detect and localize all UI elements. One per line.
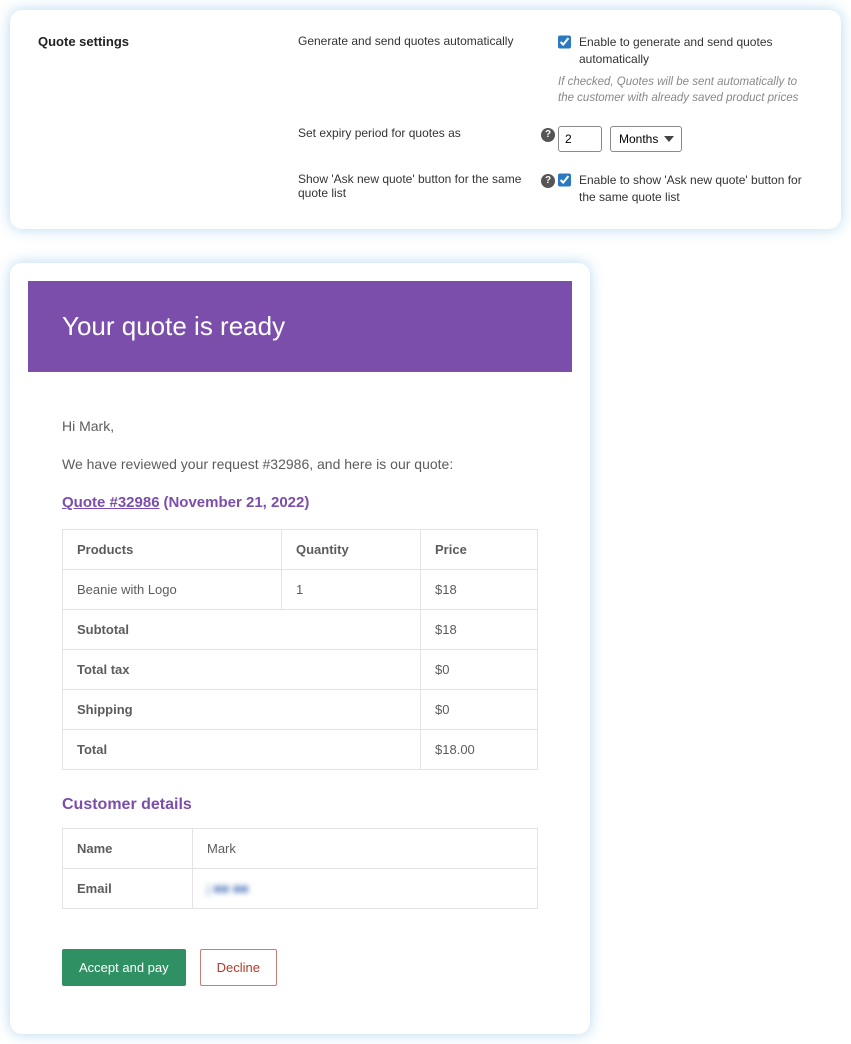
total-value: $0 [421, 650, 538, 690]
quote-link[interactable]: Quote #32986 [62, 494, 160, 511]
quote-email-panel: Your quote is ready Hi Mark, We have rev… [10, 263, 590, 1034]
customer-details-table: Name Mark Email j ■■ ■■ [62, 828, 538, 909]
help-icon[interactable]: ? [541, 128, 555, 142]
setting-label-auto: Generate and send quotes automatically [298, 34, 538, 48]
item-name: Beanie with Logo [63, 570, 282, 610]
table-row: Total tax $0 [63, 650, 538, 690]
email-greeting: Hi Mark, [62, 418, 538, 434]
table-row: Total $18.00 [63, 730, 538, 770]
expiry-unit-select[interactable]: Months [610, 126, 682, 152]
item-price: $18 [421, 570, 538, 610]
setting-label-expiry: Set expiry period for quotes as [298, 126, 538, 140]
table-row: Subtotal $18 [63, 610, 538, 650]
cust-name-label: Name [63, 829, 193, 869]
auto-generate-checkbox-label: Enable to generate and send quotes autom… [579, 34, 813, 68]
th-quantity: Quantity [282, 530, 421, 570]
expiry-value-input[interactable] [558, 126, 602, 152]
table-row: Name Mark [63, 829, 538, 869]
ask-new-quote-checkbox[interactable] [558, 173, 571, 187]
total-value: $0 [421, 690, 538, 730]
auto-generate-checkbox[interactable] [558, 35, 571, 49]
table-row: Email j ■■ ■■ [63, 869, 538, 909]
th-price: Price [421, 530, 538, 570]
th-products: Products [63, 530, 282, 570]
customer-details-heading: Customer details [62, 796, 538, 814]
item-qty: 1 [282, 570, 421, 610]
decline-button[interactable]: Decline [200, 949, 277, 986]
quote-settings-panel: Quote settings Generate and send quotes … [10, 10, 841, 229]
cust-name-value: Mark [193, 829, 538, 869]
email-header: Your quote is ready [28, 281, 572, 372]
quote-items-table: Products Quantity Price Beanie with Logo… [62, 529, 538, 770]
total-label: Total tax [63, 650, 421, 690]
ask-new-quote-checkbox-label: Enable to show 'Ask new quote' button fo… [579, 172, 813, 206]
cust-email-value: j ■■ ■■ [193, 869, 538, 909]
total-label: Shipping [63, 690, 421, 730]
total-value: $18 [421, 610, 538, 650]
total-value: $18.00 [421, 730, 538, 770]
settings-section-title: Quote settings [38, 34, 298, 49]
table-row: Beanie with Logo 1 $18 [63, 570, 538, 610]
help-icon[interactable]: ? [541, 174, 555, 188]
setting-label-asknew: Show 'Ask new quote' button for the same… [298, 172, 538, 200]
total-label: Total [63, 730, 421, 770]
auto-generate-help-text: If checked, Quotes will be sent automati… [558, 74, 813, 106]
table-row: Shipping $0 [63, 690, 538, 730]
email-intro: We have reviewed your request #32986, an… [62, 456, 538, 472]
accept-and-pay-button[interactable]: Accept and pay [62, 949, 186, 986]
quote-date: (November 21, 2022) [163, 494, 309, 511]
total-label: Subtotal [63, 610, 421, 650]
cust-email-label: Email [63, 869, 193, 909]
